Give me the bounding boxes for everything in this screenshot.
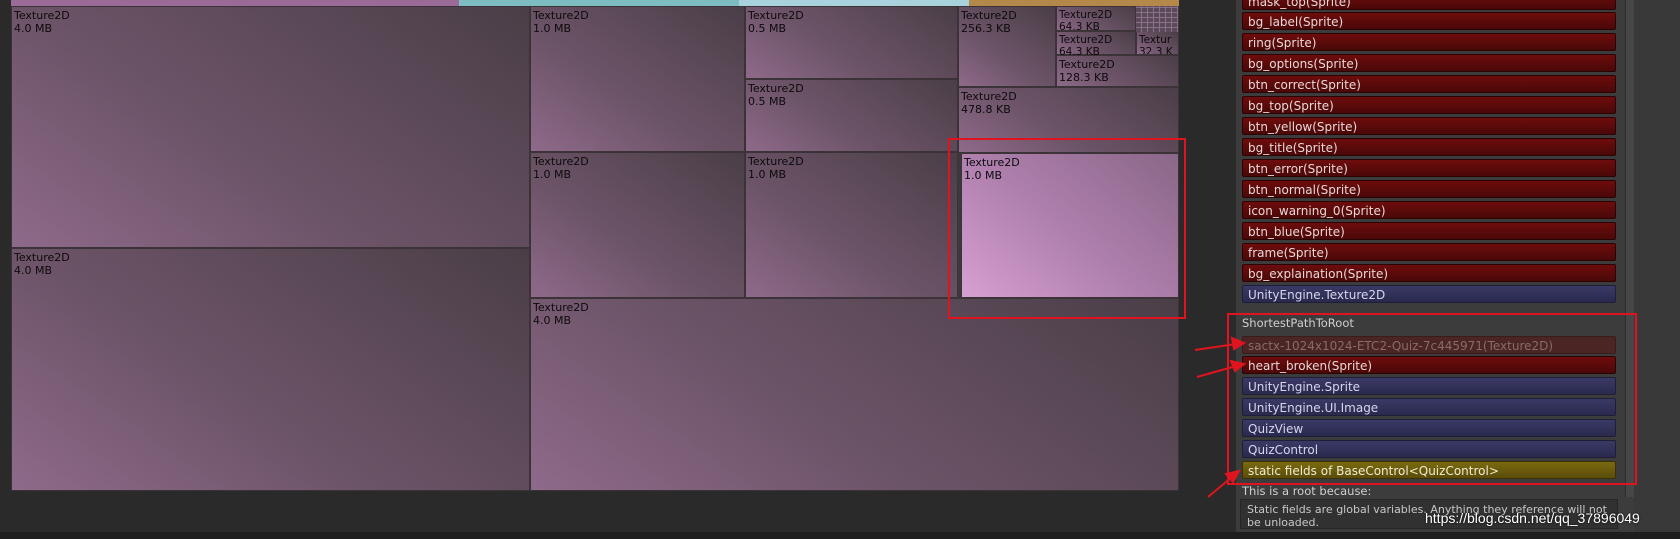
watermark: https://blog.csdn.net/qq_37896049 [1425,510,1640,526]
annotation-arrows [1194,336,1247,498]
status-bar [0,532,1680,539]
